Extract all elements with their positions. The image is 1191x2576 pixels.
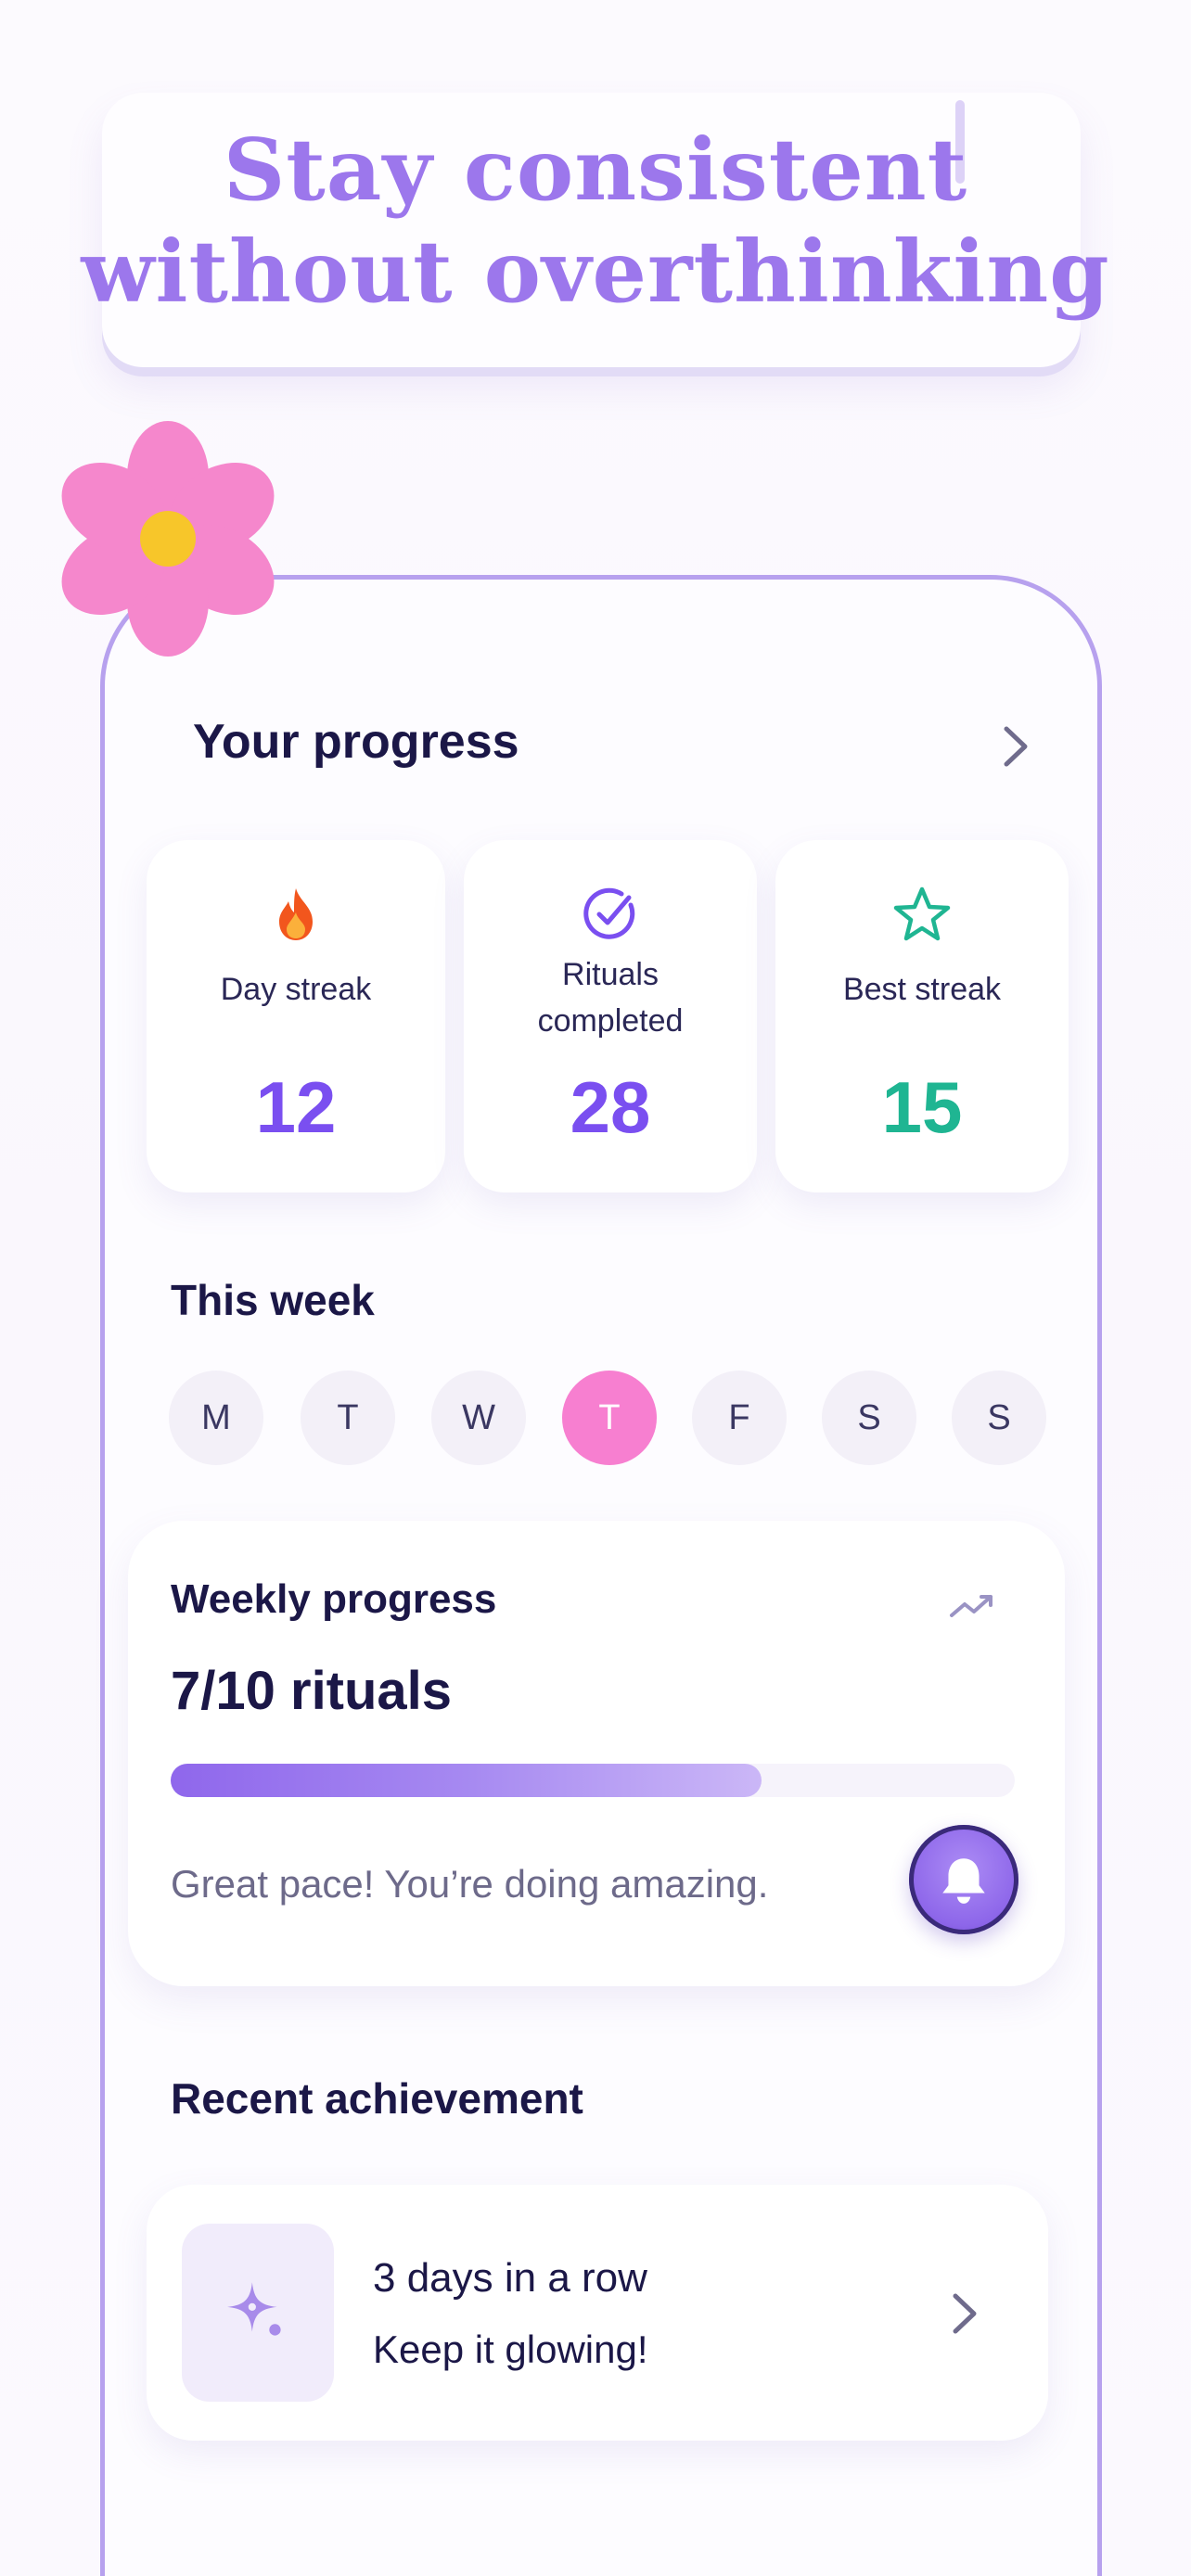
check-circle-icon — [583, 887, 635, 939]
reminder-button[interactable] — [909, 1825, 1018, 1934]
encouragement-text: Great pace! You’re doing amazing. — [171, 1862, 769, 1906]
headline-line-1: Stay consistent — [223, 120, 968, 220]
flame-icon — [279, 888, 313, 940]
weekly-progress-bar — [171, 1764, 1015, 1797]
bell-icon — [942, 1858, 985, 1904]
achievement-icon-box — [182, 2224, 334, 2402]
stat-label: Best streak — [842, 972, 1002, 1007]
day-friday[interactable]: F — [692, 1371, 787, 1465]
headline: Stay consistent without overthinking — [0, 119, 1191, 323]
stat-card-day-streak[interactable]: Day streak 12 — [147, 840, 445, 1192]
stat-card-best-streak[interactable]: Best streak 15 — [775, 840, 1069, 1192]
screen: Stay consistent without overthinking You… — [0, 0, 1191, 2576]
star-icon — [893, 886, 951, 941]
rituals-count: 7/10 rituals — [171, 1661, 453, 1721]
achievement-title: 3 days in a row — [373, 2255, 647, 2301]
day-tuesday[interactable]: T — [301, 1371, 395, 1465]
week-title: This week — [171, 1276, 375, 1324]
stat-label: Day streak — [220, 972, 372, 1007]
stat-value: 12 — [255, 1066, 337, 1148]
flower-icon — [61, 421, 275, 657]
stat-label: Rituals completed — [537, 957, 684, 1039]
weekly-progress-fill — [171, 1764, 762, 1797]
stat-card-rituals-completed[interactable]: Rituals completed 28 — [464, 840, 757, 1192]
chevron-right-icon[interactable] — [997, 723, 1034, 770]
day-saturday[interactable]: S — [822, 1371, 916, 1465]
progress-title: Your progress — [193, 715, 519, 769]
weekly-progress-label: Weekly progress — [171, 1576, 497, 1622]
stat-value: 15 — [881, 1066, 963, 1148]
trend-up-icon — [950, 1595, 992, 1617]
stat-value: 28 — [570, 1066, 651, 1148]
day-sunday[interactable]: S — [952, 1371, 1046, 1465]
achievement-subtitle: Keep it glowing! — [373, 2327, 648, 2371]
achievement-section-title: Recent achievement — [171, 2074, 583, 2123]
headline-line-2: without overthinking — [81, 222, 1110, 322]
sparkle-icon — [227, 2282, 281, 2336]
day-thursday[interactable]: T — [562, 1371, 657, 1465]
day-monday[interactable]: M — [169, 1371, 263, 1465]
chevron-right-icon[interactable] — [948, 2290, 980, 2337]
day-wednesday[interactable]: W — [431, 1371, 526, 1465]
